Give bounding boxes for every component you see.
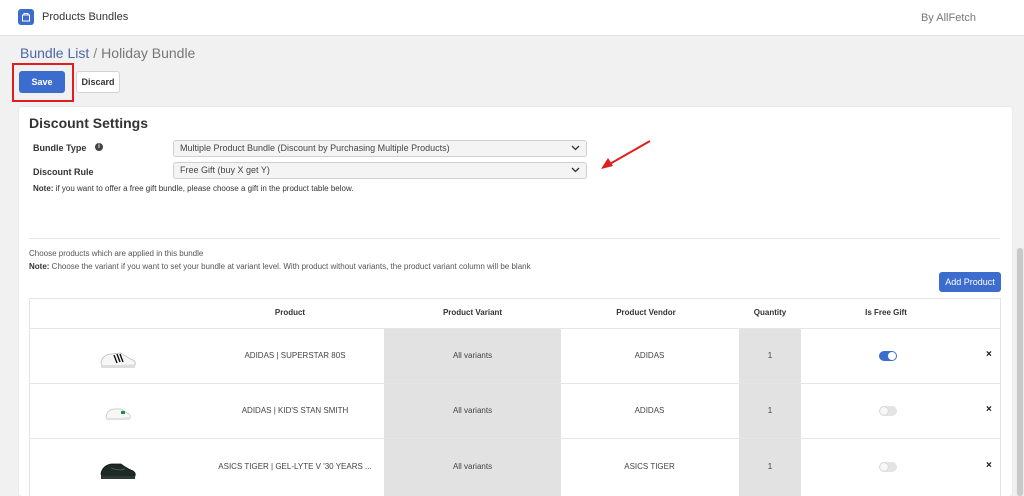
product-name: ADIDAS | KID'S STAN SMITH	[241, 406, 349, 415]
product-variant: All variants	[452, 406, 493, 415]
top-bar: Products Bundles By AllFetch	[0, 0, 1024, 36]
info-icon[interactable]: i	[95, 143, 103, 151]
free-gift-toggle[interactable]	[879, 351, 897, 361]
header-is-free-gift: Is Free Gift	[865, 308, 907, 317]
header-product: Product	[274, 308, 306, 317]
product-variant: All variants	[452, 462, 493, 471]
variant-note-prefix: Note:	[29, 262, 50, 271]
product-variant: All variants	[452, 351, 493, 360]
remove-row-icon[interactable]: ×	[986, 460, 992, 471]
choose-products-text: Choose products which are applied in thi…	[29, 249, 204, 258]
chevron-down-icon	[571, 145, 580, 151]
page-scrollbar[interactable]	[1016, 248, 1024, 496]
dark-green-sneaker-icon	[100, 463, 136, 479]
bundle-type-select[interactable]: Multiple Product Bundle (Discount by Pur…	[173, 140, 587, 157]
section-divider	[29, 238, 1000, 239]
remove-row-icon[interactable]: ×	[986, 404, 992, 415]
product-vendor: ADIDAS	[634, 406, 665, 415]
breadcrumb-current: Holiday Bundle	[101, 45, 196, 61]
variant-note-text: Choose the variant if you want to set yo…	[49, 262, 531, 271]
discount-rule-value: Free Gift (buy X get Y)	[180, 165, 270, 175]
discount-rule-label: Discount Rule	[33, 167, 94, 177]
add-product-button[interactable]: Add Product	[939, 272, 1001, 292]
chevron-down-icon	[571, 167, 580, 173]
row-divider	[29, 438, 1001, 439]
scrollbar-thumb[interactable]	[1017, 248, 1023, 496]
product-quantity[interactable]: 1	[739, 462, 801, 471]
app-title: Products Bundles	[42, 11, 129, 23]
white-black-sneaker-icon	[100, 352, 136, 368]
note-text: if you want to offer a free gift bundle,…	[53, 184, 354, 193]
variant-note: Note: Choose the variant if you want to …	[29, 262, 531, 271]
free-gift-toggle[interactable]	[879, 406, 897, 416]
product-quantity[interactable]: 1	[739, 351, 801, 360]
header-quantity: Quantity	[753, 308, 787, 317]
header-divider	[29, 328, 1001, 329]
product-vendor: ASICS TIGER	[624, 462, 675, 471]
brand-credit: By AllFetch	[920, 12, 976, 24]
bundle-type-value: Multiple Product Bundle (Discount by Pur…	[180, 143, 450, 153]
breadcrumb-separator: /	[93, 45, 98, 61]
discount-note: Note: if you want to offer a free gift b…	[33, 184, 354, 193]
save-button[interactable]: Save	[19, 71, 65, 93]
header-product-vendor: Product Vendor	[616, 308, 676, 317]
app-logo-icon	[18, 9, 34, 25]
product-vendor: ADIDAS	[634, 351, 665, 360]
product-quantity[interactable]: 1	[739, 406, 801, 415]
note-prefix: Note:	[33, 184, 54, 193]
header-product-variant: Product Variant	[442, 308, 503, 317]
breadcrumb-bundle-list[interactable]: Bundle List	[20, 45, 89, 61]
discount-rule-select[interactable]: Free Gift (buy X get Y)	[173, 162, 587, 179]
product-name: ADIDAS | SUPERSTAR 80S	[244, 351, 346, 360]
remove-row-icon[interactable]: ×	[986, 349, 992, 360]
discount-settings-title: Discount Settings	[29, 115, 149, 131]
free-gift-toggle[interactable]	[879, 462, 897, 472]
row-divider	[29, 383, 1001, 384]
bundle-type-label: Bundle Type	[33, 143, 87, 153]
red-arrow-annotation-icon	[601, 140, 651, 169]
breadcrumb: Bundle List / Holiday Bundle	[20, 45, 195, 61]
white-green-sneaker-icon	[105, 408, 131, 420]
discard-button[interactable]: Discard	[76, 71, 120, 93]
product-name: ASICS TIGER | GEL-LYTE V '30 YEARS ...	[218, 462, 372, 471]
